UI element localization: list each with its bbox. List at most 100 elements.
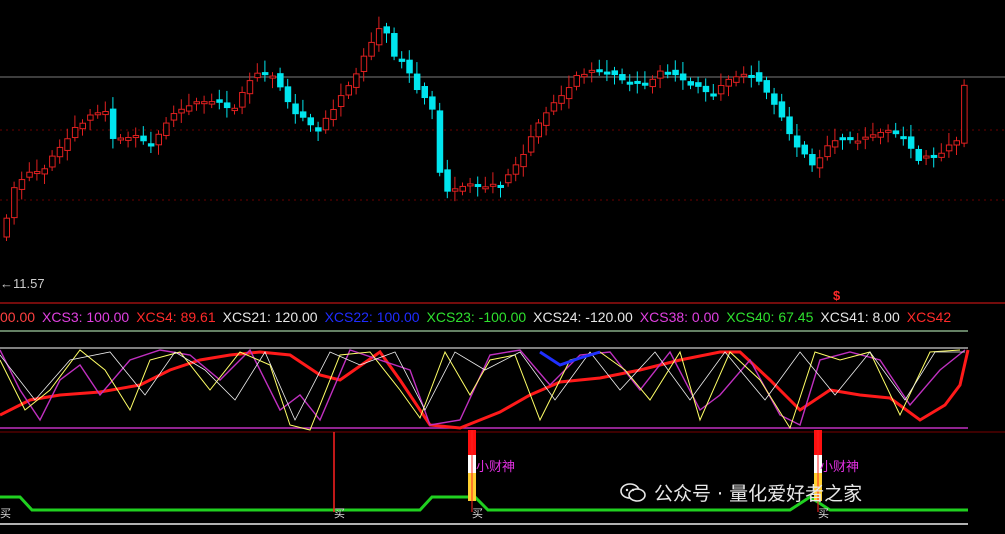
candle [619, 68, 626, 84]
candle [550, 94, 558, 116]
candle [565, 75, 573, 109]
indicator-10: XCS42 [906, 309, 952, 325]
candle [3, 214, 10, 241]
candle [505, 168, 512, 187]
candle [155, 130, 162, 155]
buy-label-2: 买 [334, 507, 345, 520]
candle [831, 128, 839, 154]
indicator-8: XCS40: 67.45 [726, 309, 814, 325]
candle [581, 68, 588, 84]
xiaocaishen-label-2: 小财神 [820, 460, 860, 475]
candle [527, 124, 535, 157]
candle [64, 128, 71, 161]
candle [292, 94, 299, 124]
candle [71, 115, 79, 142]
candle [117, 134, 124, 144]
candle [421, 82, 428, 105]
xiaocaishen-label-1: 小财神 [476, 460, 516, 475]
candle [885, 124, 892, 143]
candle [793, 124, 801, 157]
candle [740, 66, 748, 84]
candle [717, 73, 725, 101]
signal-dollar-mark: $ [833, 288, 841, 303]
candle [413, 62, 421, 94]
candle [109, 97, 117, 149]
candle [945, 133, 953, 158]
candle [398, 51, 406, 69]
candle [125, 131, 132, 148]
indicator-4: XCS22: 100.00 [324, 309, 420, 325]
buy-label-4: 买 [818, 507, 829, 520]
candle [406, 50, 413, 83]
candle [869, 122, 877, 142]
candle [923, 150, 930, 166]
candle [573, 71, 580, 91]
candle [322, 110, 330, 134]
indicator-2: XCS4: 89.61 [136, 309, 216, 325]
candle [315, 121, 322, 141]
candle [702, 78, 710, 102]
candle [520, 144, 527, 177]
indicator-6: XCS24: -120.00 [533, 309, 633, 325]
candle [49, 150, 56, 171]
buy-label-3: 买 [472, 507, 483, 520]
candle [961, 79, 968, 148]
candle [239, 86, 246, 115]
candle [482, 176, 489, 193]
candle [847, 131, 854, 144]
candle [938, 143, 945, 162]
candle [733, 70, 740, 87]
candle [360, 48, 368, 82]
purple-osc-line [0, 348, 966, 426]
candle [603, 60, 611, 82]
candle [816, 149, 824, 178]
candle [862, 127, 869, 150]
candle [687, 77, 694, 90]
candle [41, 164, 48, 184]
candle [854, 133, 862, 151]
candle [771, 87, 778, 115]
candle [231, 104, 238, 115]
candle [170, 105, 178, 128]
candle [345, 81, 352, 99]
white-osc-line [0, 351, 965, 421]
oscillator-lines [0, 348, 970, 431]
indicator-5: XCS23: -100.00 [426, 309, 527, 325]
candle [368, 32, 375, 61]
candle [26, 162, 33, 182]
candle [474, 176, 482, 197]
candle [953, 136, 960, 156]
candle [201, 95, 208, 114]
candle [147, 131, 155, 153]
candle [307, 113, 314, 132]
price-marker: ←11.57 [0, 276, 45, 291]
candle [223, 90, 231, 118]
candle [641, 71, 649, 90]
candle [185, 93, 193, 116]
candle [451, 176, 459, 202]
candle [216, 89, 223, 110]
candle [467, 177, 474, 193]
indicator-7: XCS38: 0.00 [639, 309, 720, 325]
candle [512, 156, 520, 182]
candle [839, 133, 846, 150]
candle [87, 109, 94, 131]
indicator-1: XCS3: 100.00 [42, 309, 130, 325]
candle [755, 60, 763, 86]
candle [695, 76, 702, 94]
candle [877, 128, 884, 145]
candle [163, 117, 170, 140]
candle [801, 141, 808, 158]
candle [436, 102, 444, 177]
candle [824, 135, 831, 161]
candle [786, 106, 793, 141]
candle [588, 62, 596, 83]
candle [679, 62, 687, 90]
candle [193, 97, 200, 111]
stock-chart[interactable] [0, 0, 1005, 534]
watermark-text: 公众号 · 量化爱好者之家 [654, 483, 863, 505]
candle [277, 67, 284, 91]
candle [725, 75, 732, 97]
candlestick-series [3, 16, 968, 241]
blue-osc-line [539, 350, 601, 367]
